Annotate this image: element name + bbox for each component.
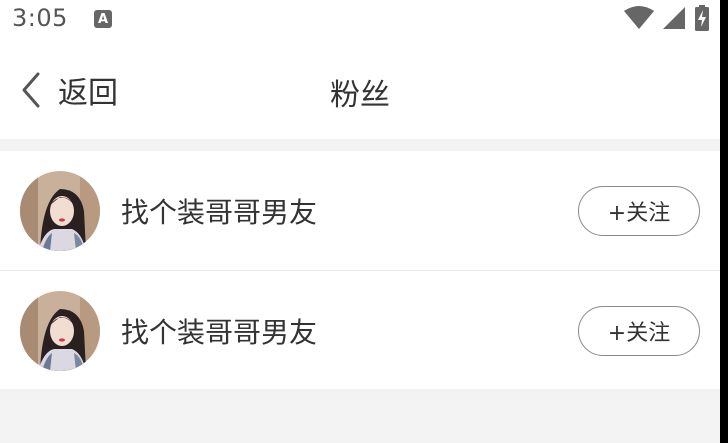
avatar[interactable]	[20, 291, 100, 371]
avatar[interactable]	[20, 171, 100, 251]
page-title: 粉丝	[330, 78, 390, 113]
screen-edge	[720, 0, 728, 443]
cell-signal-icon	[662, 6, 686, 34]
battery-charging-icon	[694, 5, 710, 35]
follow-button[interactable]: +关注	[578, 186, 700, 236]
follower-list: 找个装哥哥男友 +关注 找个装哥哥男友 +关注	[0, 151, 720, 389]
follow-button[interactable]: +关注	[578, 306, 700, 356]
wifi-icon	[624, 6, 654, 34]
app-screen: 3:05 A 返回 粉丝 找个装哥哥男友 +关注 找个装哥哥男友 +关注	[0, 0, 720, 443]
status-bar: 3:05 A	[0, 0, 720, 40]
username: 找个装哥哥男友	[121, 196, 318, 229]
status-time: 3:05	[12, 4, 68, 32]
nav-bar: 返回 粉丝	[0, 40, 720, 139]
notification-a-icon: A	[94, 10, 112, 28]
list-item[interactable]: 找个装哥哥男友 +关注	[0, 151, 720, 270]
list-item[interactable]: 找个装哥哥男友 +关注	[0, 270, 720, 389]
status-icons	[624, 5, 710, 35]
username: 找个装哥哥男友	[121, 316, 318, 349]
